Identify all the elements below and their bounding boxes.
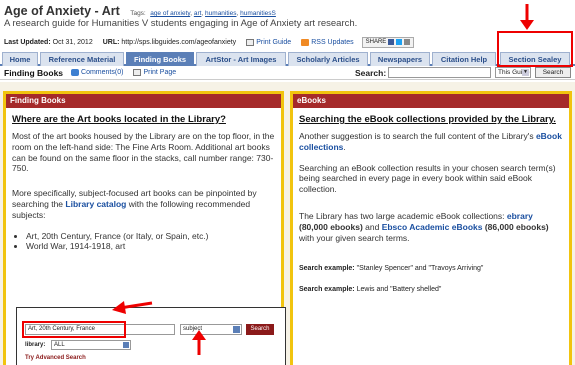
screenshot-library-select: ALL <box>51 340 131 350</box>
chevron-down-icon <box>123 342 129 348</box>
box-question: Searching the eBook collections provided… <box>299 114 556 125</box>
annotation-highlight-box <box>497 31 573 67</box>
page-subbar: Finding Books Comments(0) Print Page Sea… <box>0 66 575 80</box>
library-catalog-link[interactable]: Library catalog <box>65 199 126 209</box>
paragraph: More specifically, subject-focused art b… <box>12 188 257 220</box>
ebsco-link[interactable]: Ebsco Academic eBooks <box>382 222 483 232</box>
facebook-icon <box>388 39 395 45</box>
annotation-highlight-box <box>22 321 126 338</box>
comment-icon <box>71 69 80 76</box>
tab-finding-books[interactable]: Finding Books <box>126 52 194 66</box>
box-header: Finding Books <box>6 94 281 108</box>
guide-tabs: Home Reference Material Finding Books Ar… <box>0 52 575 66</box>
tab-artstor[interactable]: ArtStor - Art Images <box>196 52 286 66</box>
guide-url: http://sps.libguides.com/ageofanxiety <box>121 38 237 46</box>
tag-link[interactable]: humanities <box>205 10 236 17</box>
screenshot-search-button: Search <box>246 324 274 335</box>
url-label: URL: <box>102 38 120 46</box>
share-label: SHARE <box>365 39 387 45</box>
tags-label: Tags: <box>130 10 146 17</box>
search-example: Search example: Lewis and "Battery shell… <box>299 286 442 294</box>
finding-books-box: Finding Books Where are the Art books lo… <box>3 91 286 365</box>
twitter-icon <box>396 39 403 45</box>
last-updated-value: Oct 31, 2012 <box>52 38 93 46</box>
rss-updates-link[interactable]: RSS Updates <box>311 39 353 46</box>
arrow-down-icon <box>520 4 534 30</box>
comments-link[interactable]: Comments(0) <box>81 69 123 76</box>
print-guide-link[interactable]: Print Guide <box>256 39 291 46</box>
share-button[interactable]: SHARE <box>361 36 415 48</box>
current-page-name: Finding Books <box>4 67 64 78</box>
print-icon <box>133 69 142 76</box>
tab-reference-material[interactable]: Reference Material <box>40 52 124 66</box>
search-button[interactable]: Search <box>535 67 571 78</box>
list-item: Art, 20th Century, France (or Italy, or … <box>26 231 275 242</box>
paragraph: Most of the art books housed by the Libr… <box>12 131 275 174</box>
list-item: World War, 1914-1918, art <box>26 241 275 252</box>
catalog-search-screenshot: Art, 20th Century, France subject Search… <box>16 307 286 365</box>
search-scope-select[interactable]: This Guide ▼ <box>495 67 531 78</box>
tab-newspapers[interactable]: Newspapers <box>370 52 430 66</box>
page-title: Age of Anxiety - Art <box>4 4 120 18</box>
print-page-link[interactable]: Print Page <box>143 69 176 76</box>
ebrary-link[interactable]: ebrary <box>507 211 533 221</box>
search-label: Search: <box>355 68 387 78</box>
box-header: eBooks <box>293 94 569 108</box>
search-example: Search example: "Stanley Spencer" and "T… <box>299 265 484 273</box>
rss-icon <box>301 38 310 46</box>
search-input[interactable] <box>388 67 491 78</box>
guide-description: A research guide for Humanities V studen… <box>4 18 358 29</box>
chevron-down-icon: ▼ <box>522 69 529 76</box>
paragraph: The Library has two large academic eBook… <box>299 210 549 243</box>
email-icon <box>404 39 411 45</box>
tab-scholarly-articles[interactable]: Scholarly Articles <box>288 52 368 66</box>
tag-link[interactable]: age of anxiety <box>150 10 190 17</box>
chevron-down-icon <box>233 326 240 333</box>
title-row: Age of Anxiety - Art Tags: age of anxiet… <box>4 4 276 18</box>
tag-link[interactable]: humanitiesS <box>240 10 276 17</box>
subjects-list: Art, 20th Century, France (or Italy, or … <box>26 231 275 253</box>
meta-row: Last Updated: Oct 31, 2012 URL: http://s… <box>4 35 415 49</box>
content-area: Finding Books Where are the Art books lo… <box>0 82 575 365</box>
paragraph: Searching an eBook collection results in… <box>299 162 556 195</box>
last-updated-label: Last Updated: <box>4 38 51 46</box>
screenshot-library-label: library: <box>25 342 46 348</box>
screenshot-advanced-link: Try Advanced Search <box>25 355 86 361</box>
tab-citation-help[interactable]: Citation Help <box>432 52 496 66</box>
libguide-page: Age of Anxiety - Art Tags: age of anxiet… <box>0 0 575 365</box>
screenshot-type-select: subject <box>180 324 242 335</box>
box-question: Where are the Art books located in the L… <box>12 114 226 125</box>
paragraph: Another suggestion is to search the full… <box>299 131 562 152</box>
print-icon <box>246 38 255 46</box>
ebooks-box: eBooks Searching the eBook collections p… <box>290 91 572 365</box>
tab-home[interactable]: Home <box>2 52 38 66</box>
